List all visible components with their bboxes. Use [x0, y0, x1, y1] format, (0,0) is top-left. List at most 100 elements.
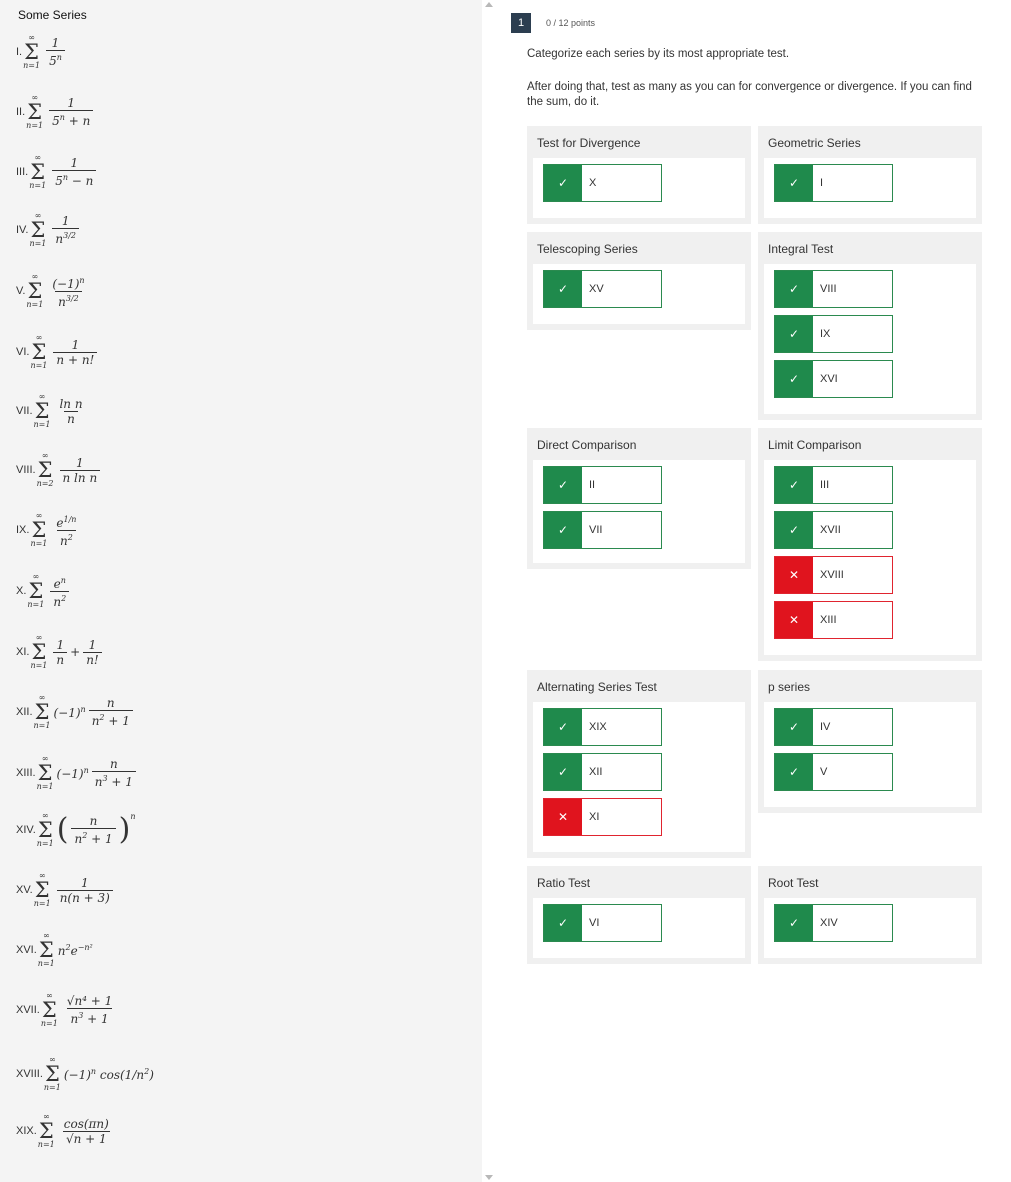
- category-label: Ratio Test: [537, 876, 591, 890]
- check-icon: ✓: [775, 467, 813, 503]
- series-8: VIII. ∞ Σn=2 1n ln n: [16, 452, 103, 488]
- category-label: Root Test: [768, 876, 819, 890]
- answer-chip[interactable]: ✓ X: [543, 164, 662, 202]
- category-label: Limit Comparison: [768, 438, 862, 452]
- answer-chip-label: XII: [589, 766, 603, 778]
- series-6: VI. ∞ Σn=1 1n + n!: [16, 334, 100, 370]
- series-number: XII.: [16, 706, 33, 718]
- series-number: XVII.: [16, 1004, 40, 1016]
- drop-zone[interactable]: ✓ XIV: [764, 898, 976, 958]
- series-term: (−1)n cos(1/n2): [63, 1066, 154, 1082]
- check-icon: ✓: [544, 165, 582, 201]
- drop-zone[interactable]: ✓ X: [533, 158, 745, 218]
- series-3: III. ∞ Σn=1 1 5n − n: [16, 154, 99, 190]
- series-term: 1n: [53, 638, 68, 667]
- series-term: cos(πn) √n + 1: [62, 1116, 110, 1146]
- series-number: XVI.: [16, 944, 37, 956]
- drop-zone[interactable]: ✓ VIII ✓ IX ✓ XVI: [764, 264, 976, 414]
- category-test-for-divergence: Test for Divergence ✓ X: [527, 126, 751, 224]
- scroll-up-arrow-icon[interactable]: [485, 2, 493, 7]
- series-number: I.: [16, 46, 23, 58]
- drop-zone[interactable]: ✓ III ✓ XVII ✕ XVIII ✕ XIII: [764, 460, 976, 655]
- category-label: Test for Divergence: [537, 136, 641, 150]
- scrollbar[interactable]: [482, 0, 498, 1182]
- answer-chip-label: XI: [589, 811, 600, 823]
- drop-zone[interactable]: ✓ XIX ✓ XII ✕ XI: [533, 702, 745, 852]
- series-13: XIII. ∞ Σn=1 (−1)n n n3 + 1: [16, 755, 139, 791]
- answer-chip[interactable]: ✓ I: [774, 164, 893, 202]
- answer-chip[interactable]: ✓ VIII: [774, 270, 893, 308]
- answer-chip-label: XVIII: [820, 569, 844, 581]
- answer-chip[interactable]: ✓ IX: [774, 315, 893, 353]
- answer-chip[interactable]: ✓ VII: [543, 511, 662, 549]
- drop-zone[interactable]: ✓ IV ✓ V: [764, 702, 976, 807]
- answer-chip[interactable]: ✓ V: [774, 753, 893, 791]
- answer-chip[interactable]: ✓ VI: [543, 904, 662, 942]
- instruction-text: Categorize each series by its most appro…: [527, 48, 790, 60]
- answer-chip-label: XV: [589, 283, 604, 295]
- category-p-series: p series ✓ IV ✓ V: [758, 670, 982, 813]
- answer-chip[interactable]: ✓ XVI: [774, 360, 893, 398]
- series-7: VII. ∞ Σn=1 ln nn: [16, 393, 89, 429]
- answer-chip-label: XIX: [589, 721, 607, 733]
- sigma-icon: ∞ Σn=1: [37, 1112, 55, 1149]
- series-number: XIX.: [16, 1125, 37, 1137]
- answer-chip[interactable]: ✓ XIV: [774, 904, 893, 942]
- check-icon: ✓: [775, 754, 813, 790]
- series-number: IV.: [16, 224, 29, 236]
- answer-chip[interactable]: ✓ XV: [543, 270, 662, 308]
- category-label: Integral Test: [768, 242, 834, 256]
- category-ratio-test: Ratio Test ✓ VI: [527, 866, 751, 964]
- answer-chip[interactable]: ✕ XVIII: [774, 556, 893, 594]
- scroll-down-arrow-icon[interactable]: [485, 1175, 493, 1180]
- sigma-icon: ∞ Σn=1: [30, 333, 48, 370]
- series-term: n n2 + 1: [71, 814, 116, 846]
- answer-chip[interactable]: ✓ XIX: [543, 708, 662, 746]
- x-icon: ✕: [775, 602, 813, 638]
- check-icon: ✓: [544, 709, 582, 745]
- answer-chip[interactable]: ✓ XVII: [774, 511, 893, 549]
- sigma-icon: ∞ Σn=1: [30, 633, 48, 670]
- series-number: III.: [16, 166, 29, 178]
- answer-chip[interactable]: ✓ XII: [543, 753, 662, 791]
- sigma-icon: ∞ Σn=1: [29, 211, 47, 248]
- drop-zone[interactable]: ✓ XV: [533, 264, 745, 324]
- drop-zone[interactable]: ✓ II ✓ VII: [533, 460, 745, 563]
- series-number: XIV.: [16, 824, 36, 836]
- drop-zone[interactable]: ✓ VI: [533, 898, 745, 958]
- series-term: √n⁴ + 1 n3 + 1: [66, 994, 113, 1026]
- series-term: en n2: [50, 574, 70, 609]
- answer-chip[interactable]: ✕ XIII: [774, 601, 893, 639]
- series-term: n2e−n²: [57, 942, 93, 958]
- series-9: IX. ∞ Σn=1 e1/n n2: [16, 512, 82, 548]
- sigma-icon: ∞ Σn=1: [26, 272, 44, 309]
- sigma-icon: ∞ Σn=1: [40, 991, 58, 1028]
- series-18: XVIII. ∞ Σn=1 (−1)n cos(1/n2): [16, 1056, 154, 1092]
- series-term: (−1)n n3/2: [52, 275, 85, 309]
- sigma-icon: ∞ Σn=1: [27, 572, 45, 609]
- series-17: XVII. ∞ Σn=1 √n⁴ + 1 n3 + 1: [16, 992, 118, 1028]
- sigma-icon: ∞ Σn=1: [26, 93, 44, 130]
- series-10: X. ∞ Σn=1 en n2: [16, 573, 72, 609]
- answer-chip[interactable]: ✓ III: [774, 466, 893, 504]
- series-number: XI.: [16, 646, 30, 658]
- series-number: VI.: [16, 346, 30, 358]
- series-sign-factor: (−1)n: [56, 765, 89, 781]
- check-icon: ✓: [775, 165, 813, 201]
- sigma-icon: ∞ Σn=1: [36, 811, 54, 848]
- category-limit-comparison: Limit Comparison ✓ III ✓ XVII ✕ XVIII ✕ XIII: [758, 428, 982, 661]
- category-root-test: Root Test ✓ XIV: [758, 866, 982, 964]
- answer-chip-label: VII: [589, 524, 603, 536]
- answer-chip[interactable]: ✓ IV: [774, 708, 893, 746]
- series-term: 1 n3/2: [52, 214, 80, 246]
- answer-chip[interactable]: ✕ XI: [543, 798, 662, 836]
- answer-chip[interactable]: ✓ II: [543, 466, 662, 504]
- series-list-title: Some Series: [18, 8, 87, 22]
- series-term: 1 5n + n: [49, 96, 94, 128]
- sigma-icon: ∞ Σn=1: [33, 392, 51, 429]
- drop-zone[interactable]: ✓ I: [764, 158, 976, 218]
- sigma-icon: ∞ Σn=1: [30, 511, 48, 548]
- check-icon: ✓: [775, 271, 813, 307]
- category-telescoping-series: Telescoping Series ✓ XV: [527, 232, 751, 330]
- series-term: 1n + n!: [53, 338, 98, 367]
